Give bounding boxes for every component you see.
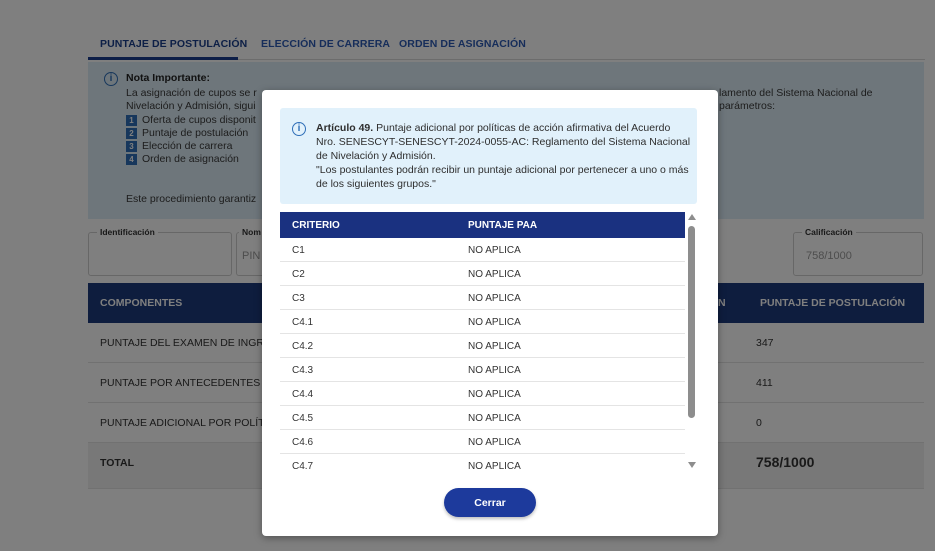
- criterio-cell: C4.2: [292, 341, 314, 352]
- criterio-table: CRITERIO PUNTAJE PAA C1 NO APLICA C2 NO AP…: [280, 212, 698, 472]
- puntaje-adicional-modal: i Artículo 49. Puntaje adicional por pol…: [262, 90, 718, 536]
- table-row: C4.2 NO APLICA: [280, 334, 685, 358]
- puntaje-cell: NO APLICA: [468, 365, 521, 376]
- table-row: C4.3 NO APLICA: [280, 358, 685, 382]
- article-text: Artículo 49. Puntaje adicional por polít…: [316, 121, 691, 191]
- puntaje-cell: NO APLICA: [468, 245, 521, 256]
- article-number: Artículo 49.: [316, 122, 374, 134]
- criterio-cell: C4.1: [292, 317, 314, 328]
- criterio-cell: C2: [292, 269, 305, 280]
- info-icon: i: [292, 122, 306, 136]
- puntaje-cell: NO APLICA: [468, 341, 521, 352]
- puntaje-cell: NO APLICA: [468, 269, 521, 280]
- scrollbar-thumb[interactable]: [688, 226, 695, 418]
- table-row: C1 NO APLICA: [280, 238, 685, 262]
- table-row: C4.5 NO APLICA: [280, 406, 685, 430]
- criterio-cell: C4.3: [292, 365, 314, 376]
- scroll-down-arrow-icon[interactable]: [688, 462, 696, 468]
- article-description: Puntaje adicional por políticas de acció…: [316, 122, 691, 162]
- table-row: C2 NO APLICA: [280, 262, 685, 286]
- puntaje-cell: NO APLICA: [468, 413, 521, 424]
- criterio-cell: C4.6: [292, 437, 314, 448]
- puntaje-cell: NO APLICA: [468, 437, 521, 448]
- puntaje-cell: NO APLICA: [468, 461, 521, 472]
- criterio-table-header: CRITERIO PUNTAJE PAA: [280, 212, 685, 238]
- table-row: C4.7 NO APLICA: [280, 454, 685, 472]
- criterio-cell: C1: [292, 245, 305, 256]
- article-quote: "Los postulantes podrán recibir un punta…: [316, 164, 689, 190]
- header-puntaje-paa: PUNTAJE PAA: [468, 220, 538, 231]
- criterio-cell: C3: [292, 293, 305, 304]
- table-row: C4.6 NO APLICA: [280, 430, 685, 454]
- table-row: C4.1 NO APLICA: [280, 310, 685, 334]
- criterio-cell: C4.5: [292, 413, 314, 424]
- header-criterio: CRITERIO: [292, 220, 340, 231]
- table-row: C3 NO APLICA: [280, 286, 685, 310]
- table-row: C4.4 NO APLICA: [280, 382, 685, 406]
- puntaje-cell: NO APLICA: [468, 317, 521, 328]
- article-info-alert: i Artículo 49. Puntaje adicional por pol…: [280, 108, 697, 204]
- criterio-cell: C4.4: [292, 389, 314, 400]
- close-button[interactable]: Cerrar: [444, 488, 536, 517]
- table-scrollbar[interactable]: [685, 212, 698, 472]
- puntaje-cell: NO APLICA: [468, 389, 521, 400]
- scroll-up-arrow-icon[interactable]: [688, 214, 696, 220]
- criterio-cell: C4.7: [292, 461, 314, 472]
- puntaje-cell: NO APLICA: [468, 293, 521, 304]
